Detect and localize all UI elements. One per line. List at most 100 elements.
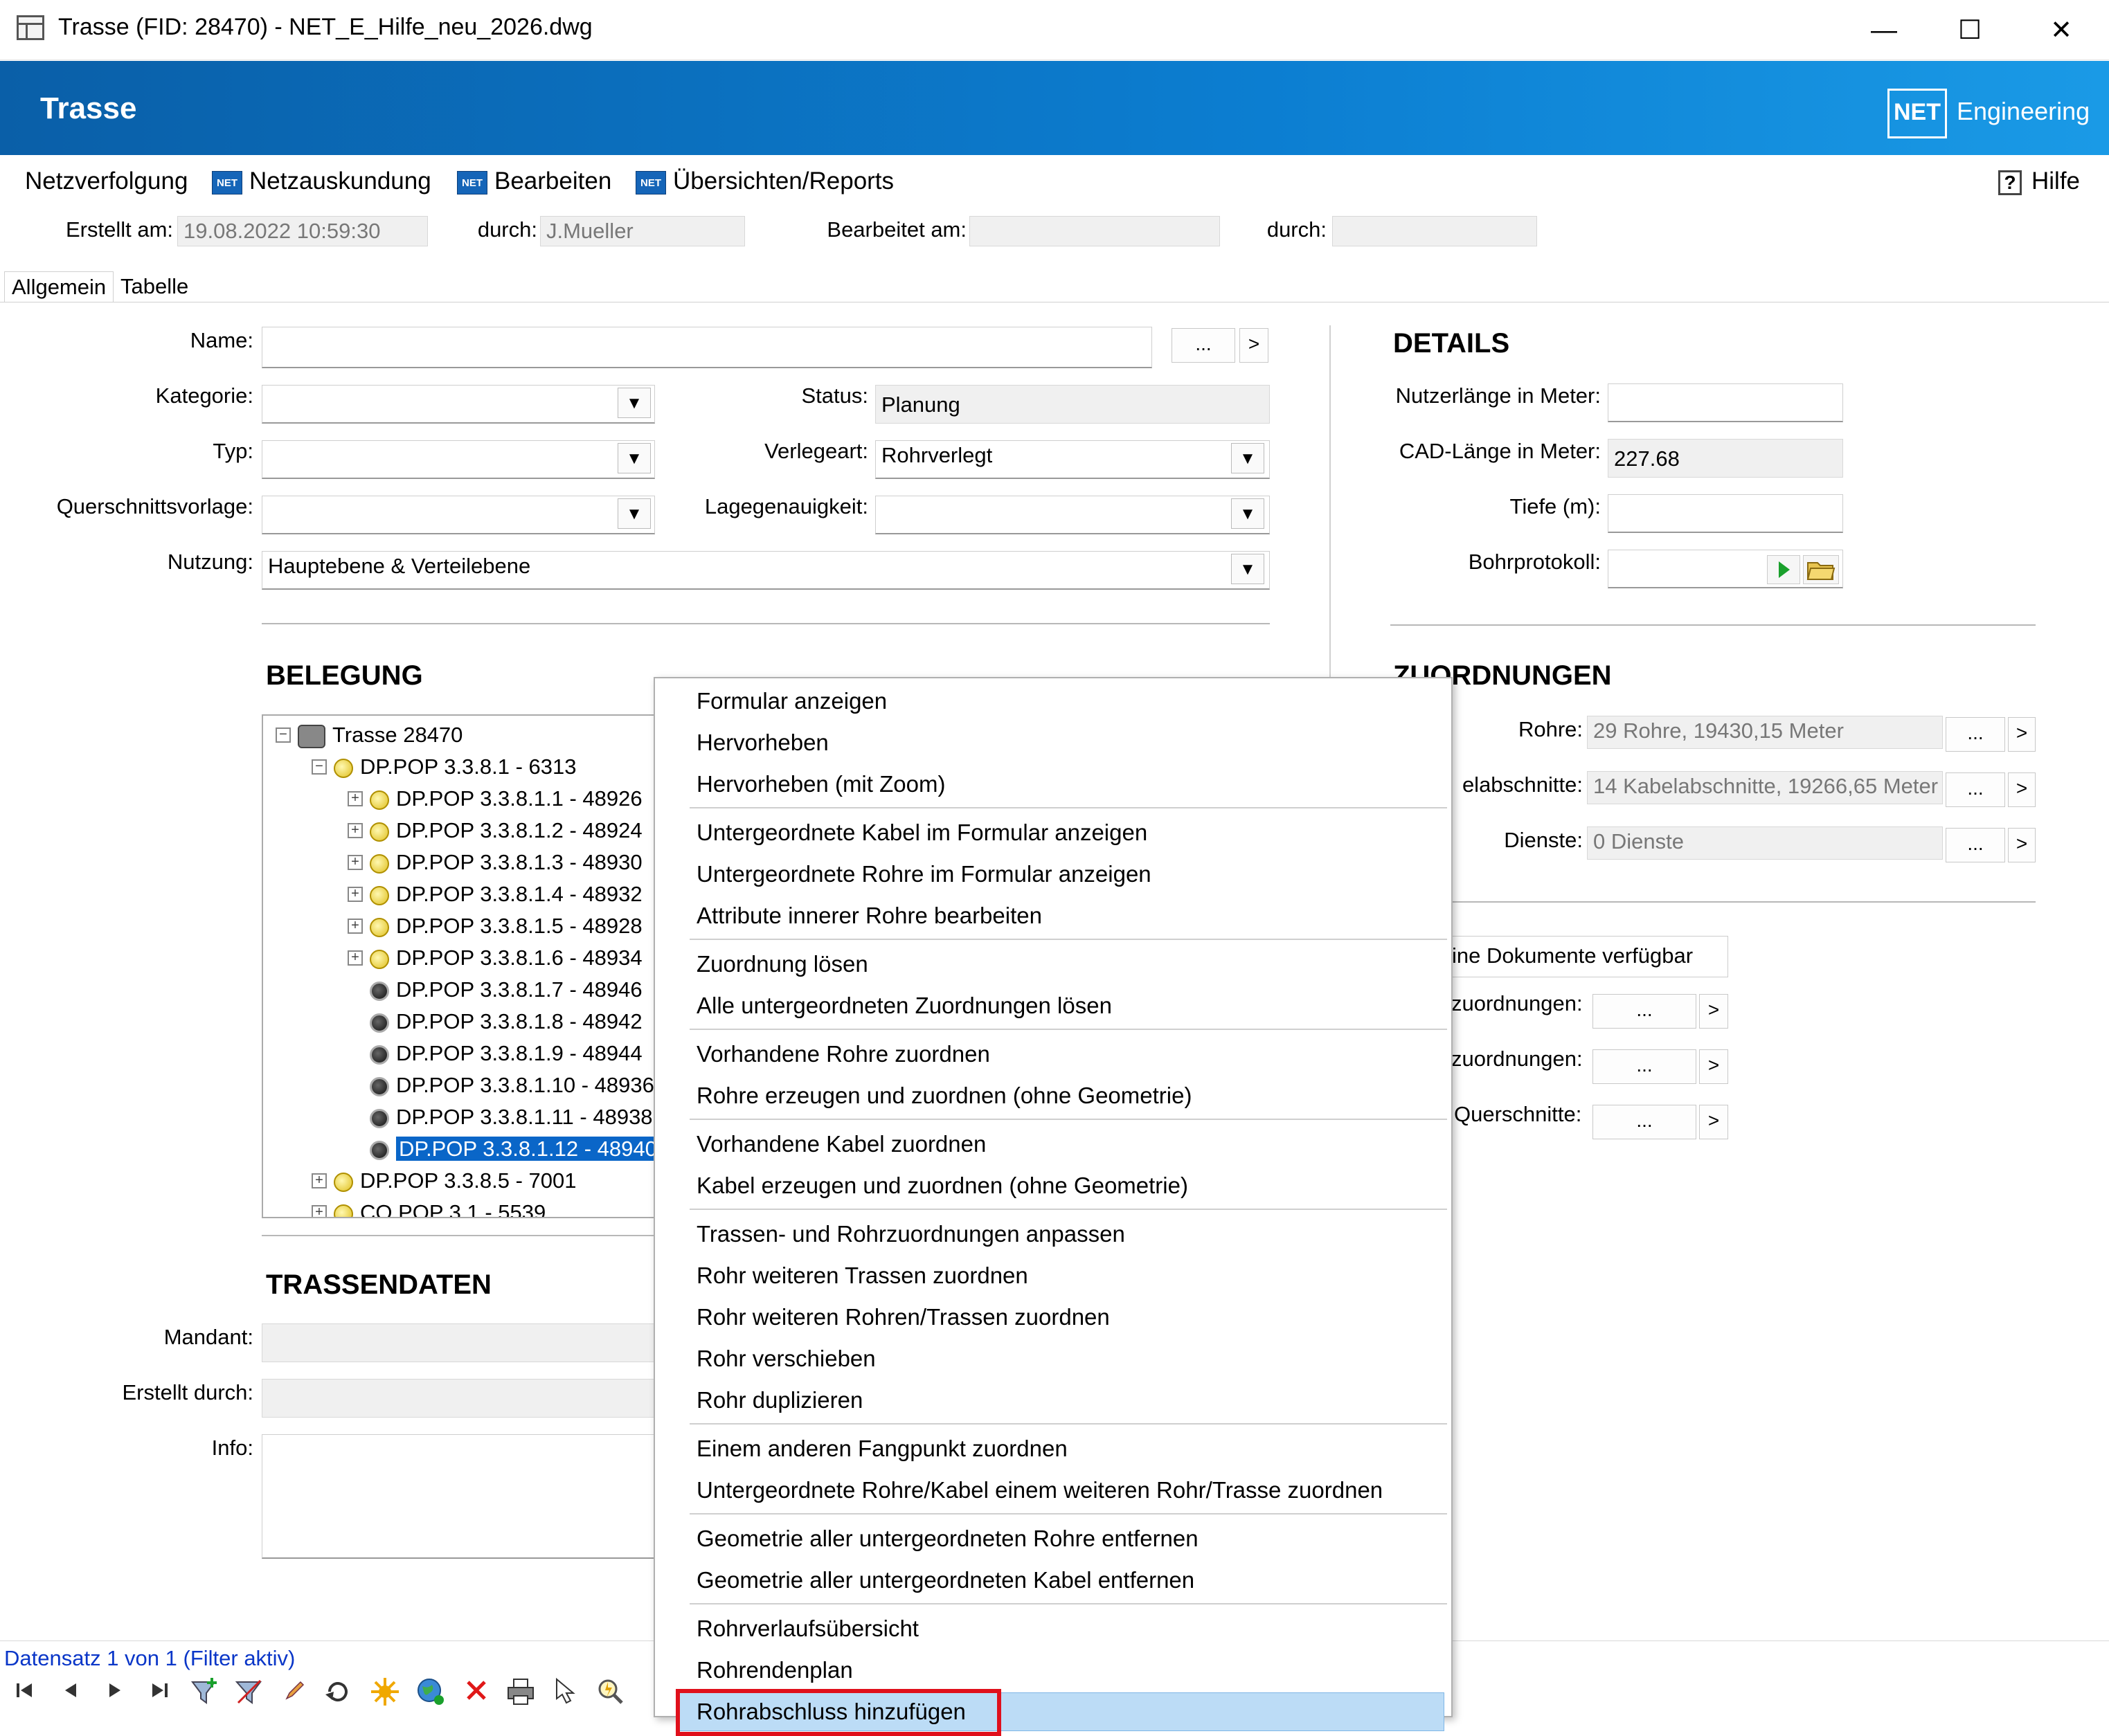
star-icon[interactable]: [370, 1676, 400, 1707]
maximize-button[interactable]: ☐: [1939, 10, 2001, 51]
name-input[interactable]: [262, 327, 1152, 368]
first-record-icon[interactable]: [10, 1676, 40, 1707]
tree-expand-toggle[interactable]: +: [348, 919, 363, 934]
context-menu-item[interactable]: Untergeordnete Rohre/Kabel einem weitere…: [697, 1470, 1383, 1510]
typ-select[interactable]: [262, 440, 655, 479]
context-menu-item[interactable]: Rohrverlaufsübersicht: [697, 1609, 919, 1649]
name-goto-button[interactable]: >: [1239, 328, 1268, 363]
close-button[interactable]: ✕: [2030, 10, 2092, 51]
querschnitte-browse-button[interactable]: ...: [1592, 1105, 1696, 1139]
tree-node[interactable]: DP.POP 3.3.8.1.9 - 48944: [370, 1038, 643, 1069]
belegung-tree[interactable]: − Trasse 28470− DP.POP 3.3.8.1 - 6313 + DP.P…: [262, 714, 656, 1218]
nutzung-dropdown-icon[interactable]: ▼: [1231, 554, 1264, 584]
minimize-button[interactable]: —: [1853, 10, 1915, 51]
tree-node[interactable]: DP.POP 3.3.8.1.11 - 48938: [370, 1102, 653, 1132]
tree-expand-toggle[interactable]: −: [312, 759, 327, 775]
context-menu-item[interactable]: Geometrie aller untergeordneten Kabel en…: [697, 1560, 1194, 1600]
context-menu-item[interactable]: Untergeordnete Rohre im Formular anzeige…: [697, 854, 1151, 894]
context-menu-item[interactable]: Rohr verschieben: [697, 1339, 876, 1379]
zuordnung2-browse-button[interactable]: ...: [1592, 1049, 1696, 1084]
rohre-goto-button[interactable]: >: [2008, 717, 2036, 752]
tree-expand-toggle[interactable]: +: [348, 823, 363, 838]
info-textarea[interactable]: [262, 1434, 656, 1559]
context-menu-item[interactable]: Trassen- und Rohrzuordnungen anpassen: [697, 1214, 1125, 1254]
kategorie-dropdown-icon[interactable]: ▼: [618, 388, 651, 418]
tree-expand-toggle[interactable]: +: [348, 791, 363, 806]
nutzerlaenge-input[interactable]: [1608, 383, 1843, 422]
querschnitte-goto-button[interactable]: >: [1699, 1105, 1728, 1139]
zoom-icon[interactable]: [595, 1676, 626, 1707]
context-menu-item[interactable]: Formular anzeigen: [697, 681, 887, 721]
tree-node[interactable]: DP.POP 3.3.8.1.12 - 48940: [370, 1134, 655, 1164]
verlegeart-dropdown-icon[interactable]: ▼: [1231, 443, 1264, 473]
prev-record-icon[interactable]: [55, 1676, 86, 1707]
tree-node[interactable]: DP.POP 3.3.8.1.6 - 48934: [370, 943, 643, 973]
tree-node[interactable]: DP.POP 3.3.8.1.2 - 48924: [370, 815, 643, 846]
filter-icon[interactable]: [234, 1676, 264, 1707]
context-menu-item[interactable]: Rohrendenplan: [697, 1650, 853, 1690]
tree-node[interactable]: DP.POP 3.3.8.1 - 6313: [334, 752, 577, 782]
globe-icon[interactable]: [415, 1676, 446, 1707]
kabel-goto-button[interactable]: >: [2008, 772, 2036, 807]
context-menu-item[interactable]: Vorhandene Rohre zuordnen: [697, 1034, 990, 1074]
tree-node[interactable]: DP.POP 3.3.8.1.10 - 48936: [370, 1070, 654, 1101]
tree-node[interactable]: DP.POP 3.3.8.1.1 - 48926: [370, 784, 643, 814]
menu-netzauskundung[interactable]: NET Netzauskundung: [212, 166, 431, 197]
kabel-browse-button[interactable]: ...: [1946, 772, 2005, 807]
tree-node[interactable]: CO.POP 3.1 - 5539: [334, 1197, 546, 1217]
querschnittsvorlage-select[interactable]: [262, 496, 655, 534]
print-icon[interactable]: [505, 1676, 536, 1707]
delete-icon[interactable]: [461, 1676, 492, 1707]
tree-node[interactable]: DP.POP 3.3.8.1.8 - 48942: [370, 1006, 643, 1037]
next-record-icon[interactable]: [100, 1676, 130, 1707]
context-menu-item[interactable]: Rohrabschluss hinzufügen: [697, 1692, 966, 1732]
refresh-icon[interactable]: [323, 1676, 353, 1707]
last-record-icon[interactable]: [144, 1676, 174, 1707]
menu-netzverfolgung[interactable]: Netzverfolgung: [25, 166, 188, 197]
context-menu-item[interactable]: Geometrie aller untergeordneten Rohre en…: [697, 1519, 1199, 1559]
context-menu-item[interactable]: Rohr weiteren Rohren/Trassen zuordnen: [697, 1297, 1110, 1337]
menu-uebersichten-reports[interactable]: NET Übersichten/Reports: [636, 166, 894, 197]
help-button[interactable]: ? Hilfe: [1998, 166, 2080, 197]
context-menu-item[interactable]: Untergeordnete Kabel im Formular anzeige…: [697, 813, 1147, 853]
open-folder-button[interactable]: [1803, 555, 1839, 584]
context-menu-item[interactable]: Attribute innerer Rohre bearbeiten: [697, 896, 1042, 936]
filter-add-icon[interactable]: [190, 1676, 220, 1707]
dokumente-button[interactable]: ine Dokumente verfügbar: [1451, 936, 1728, 977]
tiefe-input[interactable]: [1608, 494, 1843, 533]
tree-node[interactable]: DP.POP 3.3.8.5 - 7001: [334, 1166, 577, 1196]
context-menu-item[interactable]: Rohre erzeugen und zuordnen (ohne Geomet…: [697, 1076, 1192, 1116]
zuordnung2-goto-button[interactable]: >: [1699, 1049, 1728, 1084]
name-browse-button[interactable]: ...: [1172, 328, 1235, 363]
context-menu-item[interactable]: Hervorheben (mit Zoom): [697, 764, 945, 804]
tree-expand-toggle[interactable]: +: [348, 855, 363, 870]
play-button[interactable]: [1767, 555, 1800, 584]
lagegenauigkeit-dropdown-icon[interactable]: ▼: [1231, 498, 1264, 529]
verlegeart-select[interactable]: Rohrverlegt: [875, 440, 1270, 479]
context-menu-item[interactable]: Hervorheben: [697, 723, 829, 763]
tab-tabelle[interactable]: Tabelle: [114, 271, 195, 302]
rohre-browse-button[interactable]: ...: [1946, 717, 2005, 752]
pencil-icon[interactable]: [280, 1676, 310, 1707]
tree-node[interactable]: Trasse 28470: [298, 720, 463, 750]
zuordnung1-browse-button[interactable]: ...: [1592, 994, 1696, 1029]
tab-allgemein[interactable]: Allgemein: [4, 271, 114, 302]
context-menu-item[interactable]: Alle untergeordneten Zuordnungen lösen: [697, 986, 1112, 1026]
tree-expand-toggle[interactable]: +: [312, 1205, 327, 1217]
tree-node[interactable]: DP.POP 3.3.8.1.7 - 48946: [370, 975, 643, 1005]
context-menu-item[interactable]: Zuordnung lösen: [697, 944, 868, 984]
typ-dropdown-icon[interactable]: ▼: [618, 443, 651, 473]
tree-expand-toggle[interactable]: +: [348, 950, 363, 966]
menu-bearbeiten[interactable]: NET Bearbeiten: [457, 166, 611, 197]
tree-node[interactable]: DP.POP 3.3.8.1.3 - 48930: [370, 847, 643, 878]
querschnittsvorlage-dropdown-icon[interactable]: ▼: [618, 498, 651, 529]
select-icon[interactable]: [551, 1676, 582, 1707]
context-menu-item[interactable]: Kabel erzeugen und zuordnen (ohne Geomet…: [697, 1166, 1188, 1206]
lagegenauigkeit-select[interactable]: [875, 496, 1270, 534]
context-menu-item[interactable]: Rohr duplizieren: [697, 1380, 863, 1420]
context-menu-item[interactable]: Rohr weiteren Trassen zuordnen: [697, 1256, 1028, 1296]
tree-node[interactable]: DP.POP 3.3.8.1.5 - 48928: [370, 911, 643, 941]
tree-node[interactable]: DP.POP 3.3.8.1.4 - 48932: [370, 879, 643, 910]
context-menu-item[interactable]: Einem anderen Fangpunkt zuordnen: [697, 1429, 1068, 1469]
nutzung-select[interactable]: Hauptebene & Verteilebene: [262, 551, 1270, 590]
